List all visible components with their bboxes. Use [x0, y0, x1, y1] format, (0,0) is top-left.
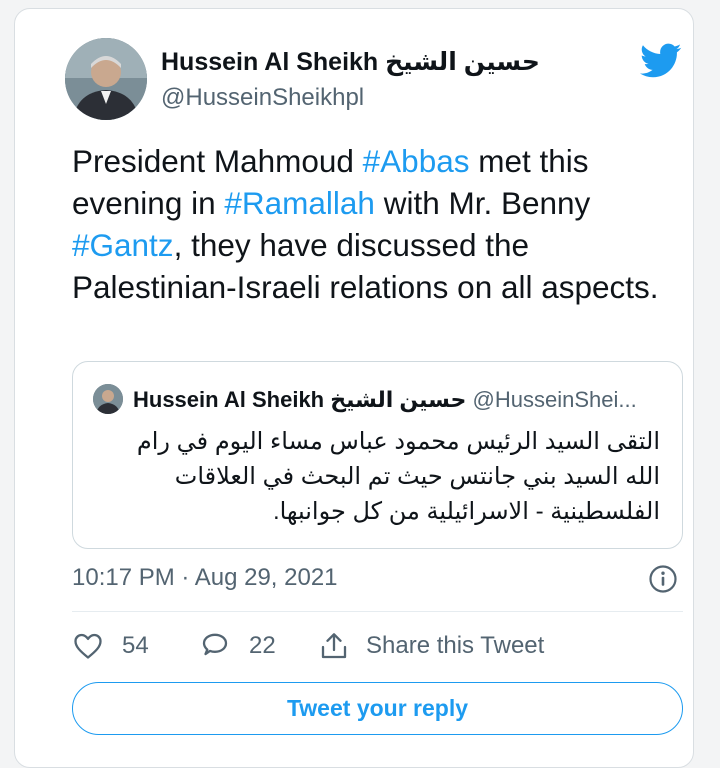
author-name[interactable]: Hussein Al Sheikh حسين الشيخ [161, 47, 540, 77]
twitter-bird-icon[interactable] [640, 43, 682, 79]
tweet-card: Hussein Al Sheikh حسين الشيخ @HusseinShe… [14, 8, 694, 768]
author-handle[interactable]: @HusseinSheikhpl [161, 84, 364, 112]
share-icon [321, 633, 347, 659]
tweet-timestamp[interactable]: 10:17 PM · Aug 29, 2021 [72, 564, 338, 592]
hashtag-link[interactable]: #Ramallah [224, 185, 375, 221]
divider [72, 611, 683, 612]
hashtag-link[interactable]: #Gantz [72, 227, 174, 263]
quoted-avatar [93, 384, 123, 414]
quoted-header: Hussein Al Sheikh حسين الشيخ @HusseinShe… [133, 387, 673, 413]
hashtag-link[interactable]: #Abbas [363, 143, 470, 179]
tweet-text: President Mahmoud #Abbas met this evenin… [72, 140, 672, 308]
quoted-author-handle: @HusseinShei... [472, 387, 637, 412]
tweet-text-segment: President Mahmoud [72, 143, 363, 179]
share-label: Share this Tweet [366, 632, 545, 659]
quoted-tweet[interactable]: Hussein Al Sheikh حسين الشيخ @HusseinShe… [72, 361, 683, 549]
tweet-text-segment: with Mr. Benny [374, 185, 591, 221]
heart-icon [74, 633, 102, 659]
tweet-reply-button[interactable]: Tweet your reply [72, 682, 683, 735]
comment-icon [202, 633, 228, 656]
reply-action-button[interactable]: 22 [199, 630, 276, 662]
info-icon[interactable] [648, 564, 678, 594]
avatar[interactable] [65, 38, 147, 120]
quoted-tweet-text: التقى السيد الرئيس محمود عباس مساء اليوم… [136, 428, 660, 525]
like-button[interactable]: 54 [72, 630, 149, 662]
share-button[interactable]: Share this Tweet [318, 630, 544, 662]
like-count: 54 [122, 632, 149, 659]
quoted-author-name: Hussein Al Sheikh حسين الشيخ [133, 387, 467, 412]
reply-count: 22 [249, 632, 276, 659]
